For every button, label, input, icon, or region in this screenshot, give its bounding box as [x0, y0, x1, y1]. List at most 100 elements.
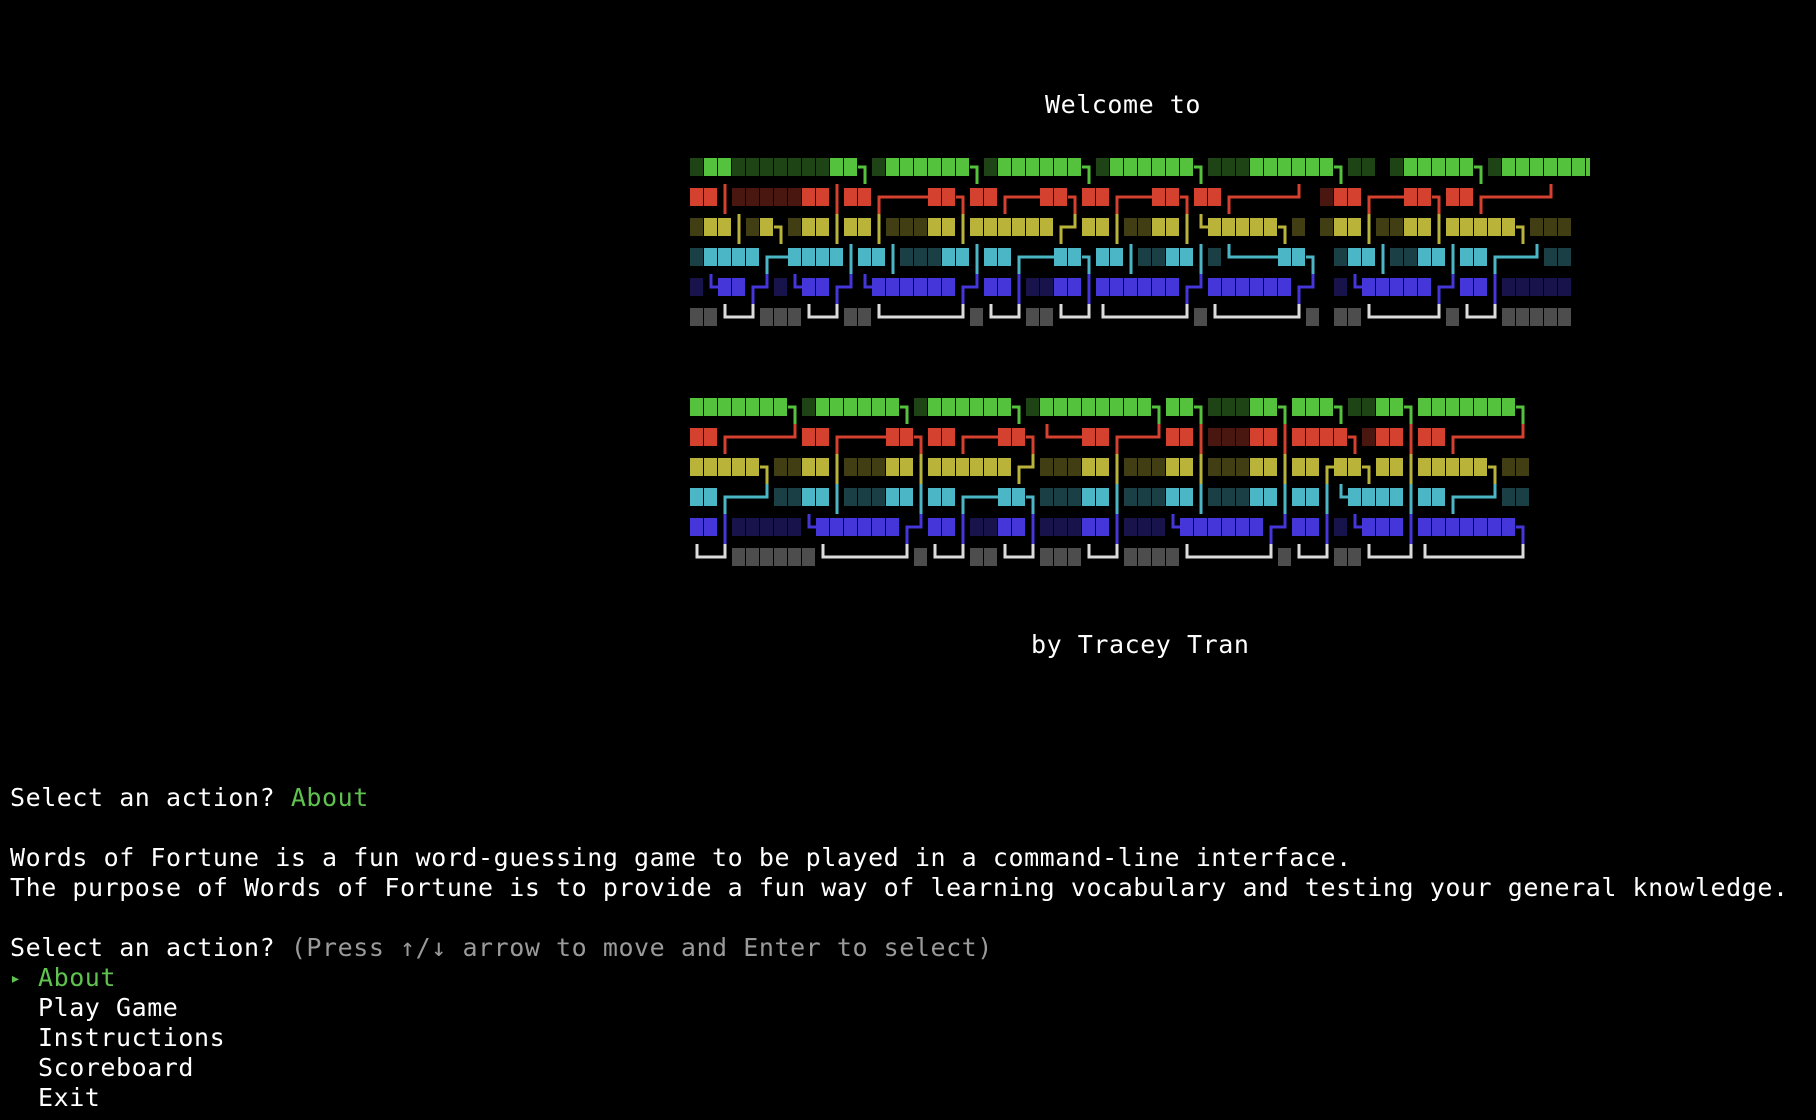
banner-block: [788, 248, 801, 266]
banner-block: [1152, 158, 1165, 176]
prompt-answer: About: [290, 783, 369, 812]
banner-block: [998, 488, 1011, 506]
banner-shade: [704, 308, 717, 326]
menu-item-label: Play Game: [38, 993, 179, 1022]
banner-line: [900, 405, 909, 424]
banner-block: [746, 398, 759, 416]
banner-block: [942, 218, 955, 236]
banner-shade: [1236, 398, 1249, 416]
banner-line: [1334, 405, 1343, 424]
banner-block: [1418, 428, 1431, 446]
ascii-banner-fortune: [690, 394, 1590, 574]
banner-line: [1278, 514, 1287, 529]
banner-block: [690, 518, 703, 536]
banner-shade: [788, 488, 801, 506]
banner-shade: [746, 158, 759, 176]
banner-shade: [1138, 488, 1151, 506]
banner-block: [1474, 518, 1487, 536]
banner-line: [1544, 184, 1553, 199]
banner-shade: [690, 278, 703, 296]
banner-block: [1250, 428, 1263, 446]
banner-block: [984, 398, 997, 416]
banner-shade: [1558, 308, 1571, 326]
banner-block: [1516, 158, 1529, 176]
banner-shade: [1390, 218, 1403, 236]
banner-line: [1404, 544, 1413, 559]
banner-block: [1138, 398, 1151, 416]
banner-block: [816, 188, 829, 206]
banner-block: [1376, 458, 1389, 476]
banner-block: [802, 428, 815, 446]
banner-block: [998, 398, 1011, 416]
banner-block: [1474, 218, 1487, 236]
about-line-1: Words of Fortune is a fun word-guessing …: [10, 843, 1352, 872]
banner-block: [886, 518, 899, 536]
banner-block: [928, 188, 941, 206]
banner-shade: [1166, 548, 1179, 566]
banner-shade: [872, 488, 885, 506]
banner-shade: [1334, 308, 1347, 326]
banner-block: [1124, 158, 1137, 176]
banner-line: [1115, 195, 1124, 214]
banner-block: [1446, 218, 1459, 236]
banner-block: [844, 218, 857, 236]
banner-block: [1376, 398, 1389, 416]
banner-line: [746, 304, 755, 319]
banner-line: [1026, 544, 1035, 559]
banner-line: [1353, 514, 1362, 529]
prompt-question: Select an action?: [10, 783, 291, 812]
banner-shade: [1348, 398, 1361, 416]
banner-line: [877, 195, 886, 214]
banner-line: [1516, 525, 1525, 544]
menu-item-instructions[interactable]: Instructions: [10, 1023, 225, 1053]
banner-block: [1292, 458, 1305, 476]
banner-block: [1250, 218, 1263, 236]
banner-shade: [1054, 458, 1067, 476]
banner-line: [1227, 195, 1236, 214]
banner-shade: [788, 158, 801, 176]
banner-shade: [1446, 308, 1459, 326]
menu-item-scoreboard[interactable]: Scoreboard: [10, 1053, 194, 1083]
banner-block: [1264, 458, 1277, 476]
banner-shade: [788, 548, 801, 566]
banner-block: [956, 248, 969, 266]
banner-shade: [1222, 458, 1235, 476]
banner-shade: [1068, 458, 1081, 476]
banner-block: [718, 398, 731, 416]
banner-line: [1292, 304, 1301, 319]
banner-block: [1544, 158, 1557, 176]
banner-block: [1012, 218, 1025, 236]
banner-shade: [1138, 458, 1151, 476]
banner-block: [1096, 428, 1109, 446]
banner-line: [1297, 285, 1306, 304]
banner-block: [970, 458, 983, 476]
banner-line: [1087, 544, 1096, 559]
banner-block: [760, 398, 773, 416]
banner-shade: [1516, 308, 1529, 326]
banner-block: [774, 398, 787, 416]
banner-block: [802, 278, 815, 296]
banner-block: [704, 488, 717, 506]
banner-block: [1530, 158, 1543, 176]
banner-block: [1460, 518, 1473, 536]
banner-line: [1367, 304, 1376, 319]
banner-shade: [1138, 548, 1151, 566]
banner-block: [942, 188, 955, 206]
terminal-window: Welcome to by Tracey Tran Select an acti…: [0, 0, 1816, 1120]
banner-shade: [1334, 278, 1347, 296]
banner-block: [872, 248, 885, 266]
menu-item-play-game[interactable]: Play Game: [10, 993, 178, 1023]
banner-shade: [746, 188, 759, 206]
banner-shade: [1502, 458, 1515, 476]
banner-line: [961, 495, 970, 514]
banner-line: [1059, 304, 1068, 319]
menu-item-about[interactable]: ▸ About: [10, 963, 116, 994]
banner-block: [1292, 428, 1305, 446]
banner-block: [1082, 398, 1095, 416]
banner-block: [1026, 218, 1039, 236]
banner-block: [1306, 428, 1319, 446]
banner-block: [1124, 398, 1137, 416]
banner-block: [1334, 458, 1347, 476]
banner-block: [1418, 248, 1431, 266]
menu-item-exit[interactable]: Exit: [10, 1083, 100, 1113]
